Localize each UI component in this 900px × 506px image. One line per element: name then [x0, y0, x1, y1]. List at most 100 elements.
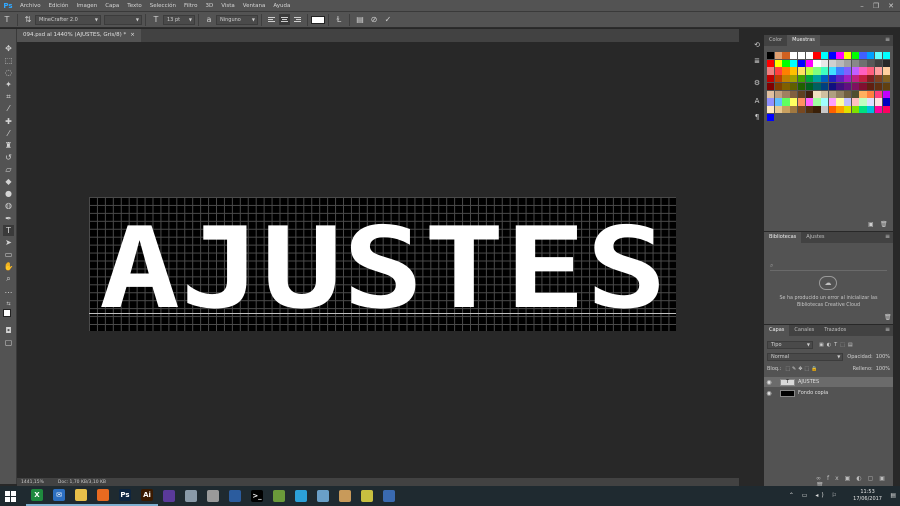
swatch[interactable]: [828, 59, 836, 68]
swatch[interactable]: [828, 67, 836, 75]
swatch[interactable]: [874, 105, 883, 114]
swatch[interactable]: [820, 75, 829, 83]
swatch[interactable]: [836, 75, 844, 83]
swatch[interactable]: [836, 105, 844, 114]
swatch[interactable]: [859, 105, 867, 114]
swatch[interactable]: [805, 67, 813, 75]
fill-value[interactable]: 100%: [876, 366, 890, 372]
type-tool-icon[interactable]: T: [3, 225, 14, 236]
paint-bucket-tool-icon[interactable]: ◆: [3, 176, 14, 187]
swatch[interactable]: [828, 75, 836, 83]
swatch[interactable]: [867, 52, 875, 60]
screen-mode-icon[interactable]: ▢: [3, 337, 14, 348]
brush-tool-icon[interactable]: ⁄: [3, 128, 14, 139]
taskbar-app-visual-studio[interactable]: [158, 486, 180, 506]
swatch[interactable]: [805, 82, 813, 91]
swatch[interactable]: [859, 98, 867, 106]
swatch[interactable]: [851, 90, 860, 98]
taskbar-app-terminal[interactable]: >_: [246, 486, 268, 506]
swatch[interactable]: [859, 90, 867, 98]
menu-filtro[interactable]: Filtro: [180, 3, 201, 9]
align-right-button[interactable]: [292, 14, 303, 25]
swatch[interactable]: [782, 75, 790, 83]
swatch[interactable]: [851, 105, 860, 114]
blend-mode-select[interactable]: Normal ▼: [767, 353, 844, 361]
notifications-icon[interactable]: ▤: [890, 492, 896, 499]
swatch[interactable]: [836, 98, 844, 106]
swatch[interactable]: [820, 82, 829, 91]
close-window-button[interactable]: ✕: [886, 1, 896, 11]
panel-menu-icon[interactable]: ≡: [885, 326, 890, 333]
taskbar-app-firefox[interactable]: [92, 486, 114, 506]
taskbar-app-explorer[interactable]: [70, 486, 92, 506]
swatch[interactable]: [874, 90, 883, 98]
swatch[interactable]: [882, 75, 890, 83]
swatch[interactable]: [844, 59, 852, 68]
swatch[interactable]: [851, 59, 860, 68]
panel-menu-icon[interactable]: ≡: [885, 36, 890, 43]
layer-filter-select[interactable]: Tipo ▼: [767, 341, 813, 349]
swatch[interactable]: [882, 67, 890, 75]
tab-swatches[interactable]: Muestras: [787, 35, 820, 46]
taskbar-app-notepad[interactable]: [312, 486, 334, 506]
swatch[interactable]: [767, 98, 775, 106]
tab-color[interactable]: Color: [764, 35, 787, 46]
swatch[interactable]: [882, 52, 890, 60]
swatch[interactable]: [797, 90, 806, 98]
lasso-tool-icon[interactable]: ◌: [3, 67, 14, 78]
visibility-eye-icon[interactable]: ◉: [764, 390, 774, 397]
character-icon[interactable]: A: [752, 96, 762, 106]
swatch[interactable]: [790, 59, 798, 68]
tab-paths[interactable]: Trazados: [819, 325, 851, 336]
swatch[interactable]: [851, 52, 860, 60]
library-search-field[interactable]: ⌕: [770, 262, 887, 271]
swatch[interactable]: [774, 105, 783, 114]
swatch[interactable]: [767, 82, 775, 91]
menu-ayuda[interactable]: Ayuda: [269, 3, 294, 9]
path-selection-tool-icon[interactable]: ➤: [3, 237, 14, 248]
swatch[interactable]: [874, 67, 883, 75]
swatch[interactable]: [813, 82, 821, 91]
taskbar-app-telegram[interactable]: [290, 486, 312, 506]
swatch[interactable]: [813, 52, 821, 60]
menu-texto[interactable]: Texto: [123, 3, 146, 9]
toggle-orientation-icon[interactable]: ⇅: [21, 15, 35, 24]
swatch[interactable]: [859, 75, 867, 83]
swatch[interactable]: [828, 90, 836, 98]
swatch[interactable]: [844, 90, 852, 98]
taskbar-app-mail[interactable]: ✉: [48, 486, 70, 506]
zoom-level[interactable]: 1441,15%: [21, 480, 44, 485]
swatch[interactable]: [859, 67, 867, 75]
align-left-button[interactable]: [266, 14, 277, 25]
swatch[interactable]: [836, 52, 844, 60]
swatch[interactable]: [867, 67, 875, 75]
layer-row-ajustes[interactable]: ◉ T AJUSTES: [764, 377, 893, 387]
restore-button[interactable]: ❐: [871, 1, 881, 11]
canvas-text-layer[interactable]: AJUSTES: [89, 197, 676, 331]
swatch[interactable]: [805, 90, 813, 98]
menu-3d[interactable]: 3D: [201, 3, 217, 9]
swatch[interactable]: [805, 52, 813, 60]
document-canvas[interactable]: AJUSTES: [89, 197, 676, 331]
swatch[interactable]: [805, 98, 813, 106]
swatch[interactable]: [820, 105, 829, 114]
font-family-select[interactable]: MineCrafter 2.0 ▼: [35, 14, 101, 25]
eyedropper-tool-icon[interactable]: ⁄: [3, 103, 14, 114]
swatch[interactable]: [836, 59, 844, 68]
swatch[interactable]: [820, 67, 829, 75]
swatch[interactable]: [805, 105, 813, 114]
swatch[interactable]: [767, 90, 775, 98]
swatch[interactable]: [867, 59, 875, 68]
swatch[interactable]: [790, 82, 798, 91]
menu-vista[interactable]: Vista: [217, 3, 239, 9]
swatch[interactable]: [851, 75, 860, 83]
warp-text-icon[interactable]: Ɫ: [332, 15, 346, 24]
swatch[interactable]: [782, 90, 790, 98]
swatch[interactable]: [782, 59, 790, 68]
swatch[interactable]: [867, 105, 875, 114]
swatch[interactable]: [782, 105, 790, 114]
marquee-tool-icon[interactable]: ⬚: [3, 55, 14, 66]
clone-stamp-tool-icon[interactable]: ♜: [3, 140, 14, 151]
crop-tool-icon[interactable]: ⌗: [3, 91, 14, 102]
minimize-button[interactable]: –: [857, 1, 867, 11]
